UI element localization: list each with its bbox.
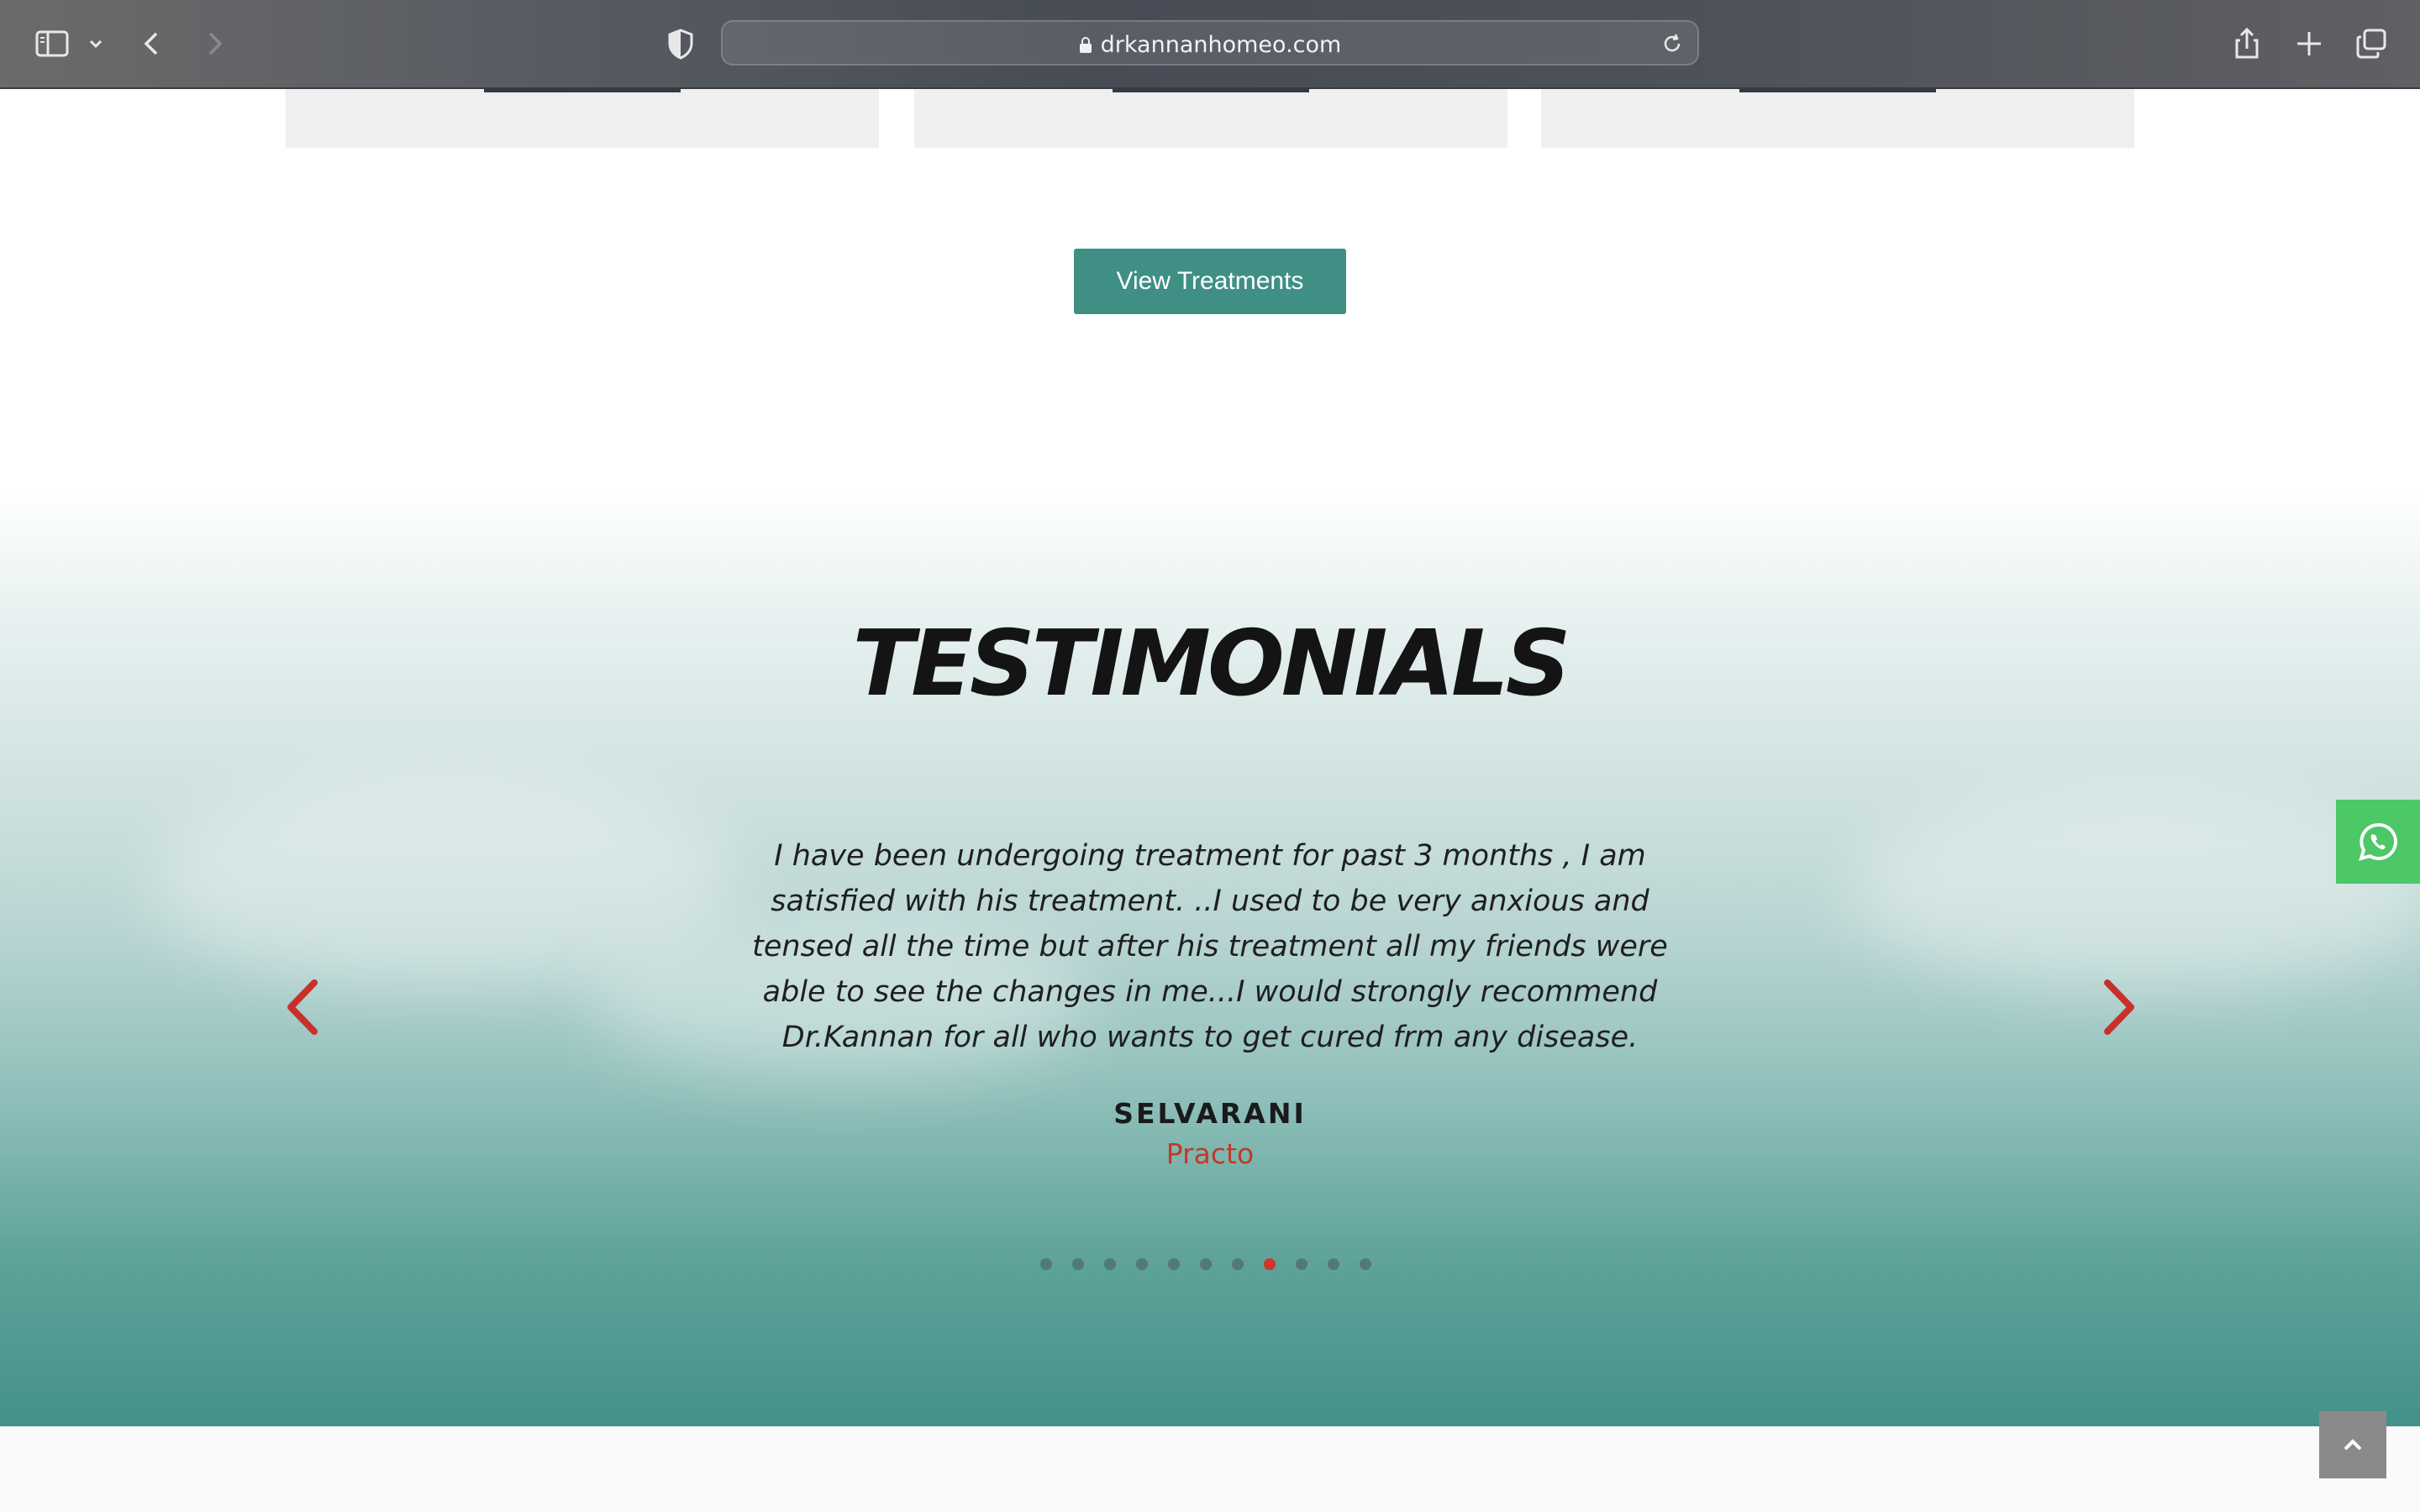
treatment-card xyxy=(914,89,1507,148)
scroll-to-top-button[interactable] xyxy=(2319,1411,2386,1478)
url-text: drkannanhomeo.com xyxy=(1100,32,1342,58)
testimonial-author: SELVARANI xyxy=(1113,1097,1307,1130)
slide-dot[interactable] xyxy=(1040,1258,1052,1270)
slide-dot[interactable] xyxy=(1168,1258,1180,1270)
chevron-right-icon xyxy=(2104,979,2134,1035)
testimonials-section: TESTIMONIALS I have been undergoing trea… xyxy=(0,487,2420,1426)
chevron-left-icon xyxy=(287,979,318,1035)
slide-dot[interactable] xyxy=(1200,1258,1212,1270)
prev-slide-arrow[interactable] xyxy=(284,978,321,1037)
section-title: TESTIMONIALS xyxy=(852,612,1570,717)
new-tab-icon[interactable] xyxy=(2291,25,2328,62)
slide-pagination xyxy=(1040,1258,1371,1272)
whatsapp-button[interactable] xyxy=(2336,800,2420,884)
slide-dot[interactable] xyxy=(1072,1258,1084,1270)
slide-dot[interactable] xyxy=(1296,1258,1307,1270)
slide-dot[interactable] xyxy=(1104,1258,1116,1270)
lock-icon xyxy=(1079,37,1092,53)
sidebar-icon[interactable] xyxy=(34,25,71,62)
url-display: drkannanhomeo.com xyxy=(723,32,1697,58)
whatsapp-icon xyxy=(2359,822,2397,861)
forward-icon[interactable] xyxy=(195,25,232,62)
background-cloud xyxy=(1849,790,2420,991)
share-icon[interactable] xyxy=(2228,25,2265,62)
next-slide-arrow[interactable] xyxy=(2101,978,2138,1037)
shield-icon[interactable] xyxy=(662,25,699,62)
testimonial-quote: I have been undergoing treatment for pas… xyxy=(752,839,1668,1054)
chevron-up-icon xyxy=(2344,1439,2362,1451)
slide-dot[interactable] xyxy=(1264,1258,1276,1270)
treatment-card xyxy=(1541,89,2134,148)
card-divider xyxy=(1113,89,1309,92)
card-divider xyxy=(1739,89,1936,92)
slide-dot[interactable] xyxy=(1232,1258,1244,1270)
reload-icon[interactable] xyxy=(1659,30,1686,57)
treatment-card xyxy=(286,89,879,148)
slide-dot[interactable] xyxy=(1360,1258,1371,1270)
footer-strip xyxy=(0,1426,2420,1512)
slide-dot[interactable] xyxy=(1136,1258,1148,1270)
browser-toolbar: drkannanhomeo.com xyxy=(0,0,2420,89)
card-divider xyxy=(484,89,681,92)
view-treatments-button[interactable]: View Treatments xyxy=(1074,249,1346,314)
slide-dot[interactable] xyxy=(1328,1258,1339,1270)
testimonial-source: Practo xyxy=(1165,1137,1255,1170)
chevron-down-icon[interactable] xyxy=(84,25,108,62)
address-bar[interactable]: drkannanhomeo.com xyxy=(721,20,1699,66)
back-icon[interactable] xyxy=(134,25,171,62)
tabs-overview-icon[interactable] xyxy=(2353,25,2390,62)
